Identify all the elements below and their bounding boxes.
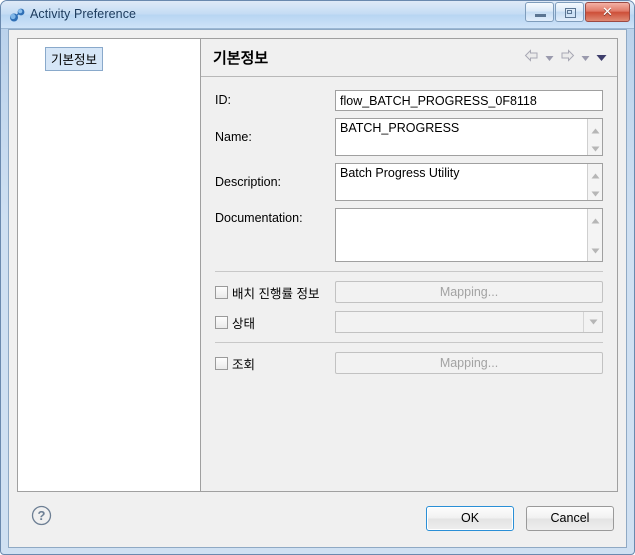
name-scrollbar[interactable] xyxy=(587,119,602,155)
forward-dropdown-icon[interactable] xyxy=(581,49,590,67)
description-label: Description: xyxy=(215,175,281,189)
documentation-input[interactable] xyxy=(336,209,587,261)
description-input-wrap: Batch Progress Utility xyxy=(335,163,603,201)
menu-chevron-icon[interactable] xyxy=(596,49,607,67)
chevron-down-icon[interactable] xyxy=(583,312,602,332)
query-checkbox[interactable] xyxy=(215,356,228,370)
form-divider-bottom xyxy=(215,342,603,343)
batch-progress-label: 배치 진행률 정보 xyxy=(232,286,320,301)
documentation-input-wrap xyxy=(335,208,603,262)
scroll-down-icon[interactable] xyxy=(591,139,600,157)
id-input[interactable] xyxy=(335,90,603,111)
help-question-icon[interactable]: ? xyxy=(31,505,52,531)
back-dropdown-icon[interactable] xyxy=(545,49,554,67)
dialog-footer: ? OK Cancel xyxy=(17,495,618,541)
form-divider-top xyxy=(215,271,603,272)
dialog-body: 기본정보 기본정보 ID: flow_BATCH_PROGRESS_0F8118… xyxy=(8,29,627,548)
documentation-label: Documentation: xyxy=(215,211,303,225)
query-checkbox-group[interactable]: 조회 xyxy=(215,354,335,373)
description-input[interactable]: Batch Progress Utility xyxy=(336,164,587,200)
batch-progress-mapping-button[interactable]: Mapping... xyxy=(335,281,603,303)
forward-arrow-icon[interactable] xyxy=(560,48,575,67)
maximize-button[interactable] xyxy=(555,2,584,22)
status-label: 상태 xyxy=(232,316,256,331)
scroll-down-icon[interactable] xyxy=(591,184,600,202)
dialog-window: Activity Preference ✕ 기본정보 기본정보 ID: flow… xyxy=(0,0,635,555)
page-title: 기본정보 xyxy=(213,50,269,67)
nodes-icon xyxy=(9,7,26,23)
id-label: ID: xyxy=(215,93,231,107)
batch-progress-checkbox[interactable] xyxy=(215,285,228,299)
pane-nav-buttons xyxy=(524,48,607,67)
scroll-up-icon[interactable] xyxy=(591,211,600,229)
basic-info-form: ID: Name: BATCH_PROGRESS xyxy=(201,77,617,374)
field-row-documentation: Documentation: xyxy=(215,208,603,262)
field-row-name: Name: BATCH_PROGRESS xyxy=(215,118,603,156)
status-combo[interactable] xyxy=(335,311,603,333)
pane-header: 기본정보 xyxy=(201,39,617,77)
documentation-scrollbar[interactable] xyxy=(587,209,602,261)
svg-text:?: ? xyxy=(38,508,46,523)
close-icon: ✕ xyxy=(602,4,613,19)
option-row-status: 상태 xyxy=(215,311,603,333)
preference-tree[interactable]: 기본정보 xyxy=(18,39,201,491)
status-checkbox-group[interactable]: 상태 xyxy=(215,313,335,332)
batch-progress-checkbox-group[interactable]: 배치 진행률 정보 xyxy=(215,283,335,302)
content-area: 기본정보 기본정보 ID: flow_BATCH_PROGRESS_0F8118… xyxy=(17,38,618,492)
minimize-icon xyxy=(535,14,546,17)
sidebar-item-basic-info[interactable]: 기본정보 xyxy=(45,47,104,71)
ok-button[interactable]: OK xyxy=(426,505,514,531)
scroll-down-icon[interactable] xyxy=(591,241,600,259)
query-label: 조회 xyxy=(232,357,256,372)
window-controls: ✕ xyxy=(525,2,630,22)
option-row-query: 조회 Mapping... xyxy=(215,352,603,374)
status-checkbox[interactable] xyxy=(215,315,228,329)
field-row-id: ID: xyxy=(215,90,603,111)
query-mapping-button[interactable]: Mapping... xyxy=(335,352,603,374)
description-scrollbar[interactable] xyxy=(587,164,602,200)
window-title: Activity Preference xyxy=(30,7,137,21)
minimize-button[interactable] xyxy=(525,2,554,22)
scroll-up-icon[interactable] xyxy=(591,166,600,184)
close-button[interactable]: ✕ xyxy=(585,2,630,22)
name-input[interactable]: BATCH_PROGRESS xyxy=(336,119,587,155)
title-bar[interactable]: Activity Preference ✕ xyxy=(1,1,634,29)
option-row-batch-progress: 배치 진행률 정보 Mapping... xyxy=(215,281,603,303)
back-arrow-icon[interactable] xyxy=(524,48,539,67)
scroll-up-icon[interactable] xyxy=(591,121,600,139)
cancel-button[interactable]: Cancel xyxy=(526,505,614,531)
preference-pane: 기본정보 ID: flow_BATCH_PROGRESS_0F8118 Name… xyxy=(201,39,617,491)
name-label: Name: xyxy=(215,130,252,144)
name-input-wrap: BATCH_PROGRESS xyxy=(335,118,603,156)
field-row-description: Description: Batch Progress Utility xyxy=(215,163,603,201)
